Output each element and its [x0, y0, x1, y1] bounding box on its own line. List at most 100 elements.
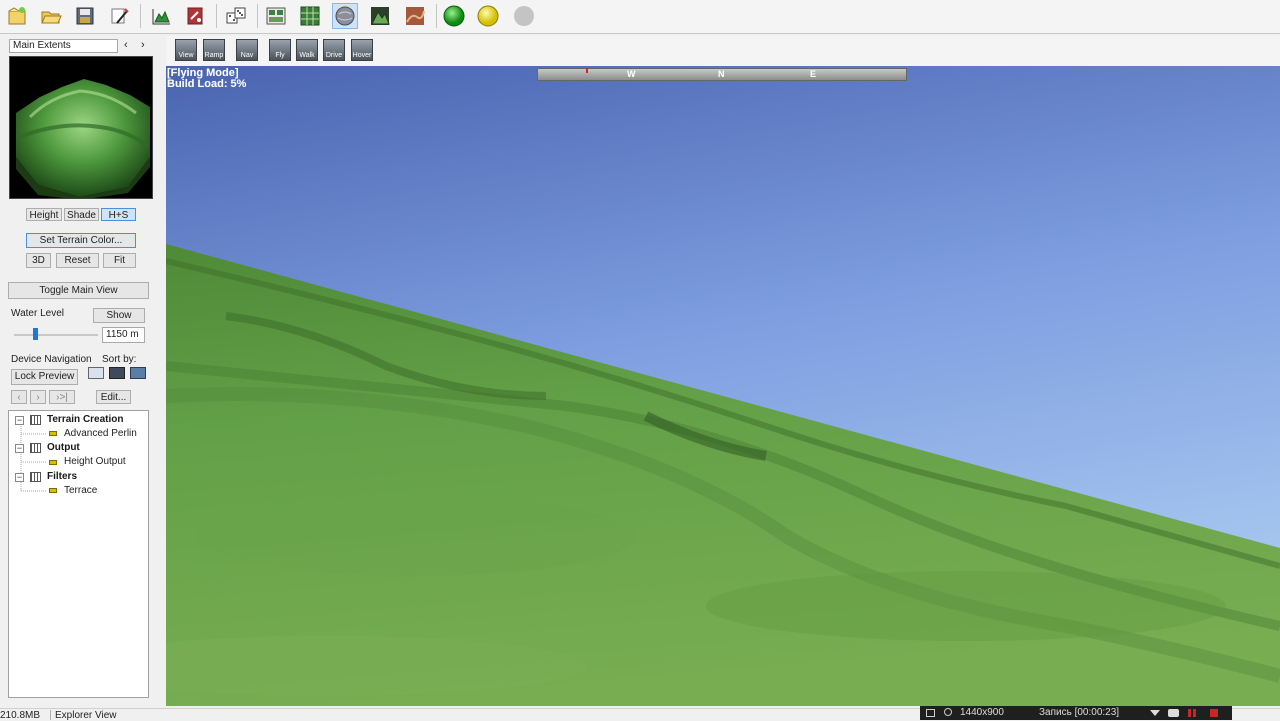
navigation-mode-text: [Flying Mode] [167, 67, 239, 79]
yellow-status-icon[interactable] [475, 3, 501, 29]
nav-mode-label: Nav [240, 52, 254, 59]
fit-button[interactable]: Fit [103, 253, 136, 268]
randomize-icon[interactable] [223, 3, 249, 29]
status-divider [50, 710, 51, 720]
recording-status: Запись [00:00:23] [1039, 707, 1120, 718]
pause-icon[interactable] [1188, 709, 1191, 717]
camera-icon[interactable] [1168, 709, 1179, 717]
new-project-icon[interactable] [4, 3, 30, 29]
sort-list-icon[interactable] [88, 367, 104, 379]
window-icon[interactable] [926, 709, 935, 717]
set-terrain-color-button[interactable]: Set Terrain Color... [26, 233, 136, 248]
compass-west: W [627, 69, 636, 79]
view-panels-icon[interactable] [263, 3, 289, 29]
water-level-field[interactable]: 1150 m [102, 327, 145, 343]
compass-north: N [718, 69, 725, 79]
dropdown-arrow-icon[interactable] [1150, 710, 1160, 716]
tree-item-height-output[interactable]: Height Output [64, 455, 126, 469]
left-panel: Main Extents ‹ › Height Shade H+S Set Te… [0, 36, 158, 708]
globe-view-icon[interactable] [332, 3, 358, 29]
open-project-icon[interactable] [38, 3, 64, 29]
navigation-mode-toolbar: View Ramp Nav Fly Walk Drive Hover [166, 36, 1280, 66]
extents-select[interactable]: Main Extents [9, 39, 118, 53]
fly-mode-button[interactable]: Fly [269, 39, 291, 61]
toolbar-separator [436, 4, 437, 28]
prev-extent-arrow[interactable]: ‹ [124, 39, 128, 51]
terrain-preview[interactable] [9, 56, 153, 199]
drive-mode-label: Drive [325, 52, 343, 59]
collapse-icon[interactable]: − [15, 416, 24, 425]
terrain-preview-image [16, 79, 150, 198]
tree-item-advanced-perlin[interactable]: Advanced Perlin [64, 427, 137, 441]
3d-button[interactable]: 3D [26, 253, 51, 268]
build-load-text: Build Load: 5% [167, 78, 247, 90]
tree-item-terrace[interactable]: Terrace [64, 484, 97, 498]
settings-icon[interactable] [182, 3, 208, 29]
lock-preview-button[interactable]: Lock Preview [11, 369, 78, 385]
navigate-forward-button[interactable]: › [30, 390, 46, 404]
group-icon [30, 443, 41, 453]
navigate-back-button[interactable]: ‹ [11, 390, 27, 404]
memory-usage: 210.8MB [0, 710, 41, 721]
sort-grid-icon[interactable] [130, 367, 146, 379]
hover-mode-button[interactable]: Hover [351, 39, 373, 61]
show-water-button[interactable]: Show [93, 308, 145, 323]
tree-group-output[interactable]: Output [47, 441, 80, 455]
toolbar-separator [216, 4, 217, 28]
save-project-icon[interactable] [72, 3, 98, 29]
main-toolbar [0, 0, 1280, 34]
walk-mode-label: Walk [299, 52, 315, 59]
sort-type-icon[interactable] [109, 367, 125, 379]
wizard-icon[interactable] [106, 3, 132, 29]
walk-mode-button[interactable]: Walk [296, 39, 318, 61]
device-icon [49, 460, 57, 465]
device-navigation-label: Device Navigation [11, 354, 92, 365]
next-extent-arrow[interactable]: › [141, 39, 145, 51]
nav-mode-button[interactable]: Nav [236, 39, 258, 61]
navigate-end-button[interactable]: ›>| [49, 390, 75, 404]
compass-bar: W N E [537, 68, 907, 81]
gray-status-icon[interactable] [511, 3, 537, 29]
toolbar-separator [257, 4, 258, 28]
device-icon [49, 431, 57, 436]
height-preview-button[interactable]: Height [26, 208, 62, 221]
terrain-icon[interactable] [148, 3, 174, 29]
device-icon [49, 488, 57, 493]
height-shade-preview-button[interactable]: H+S [101, 208, 136, 221]
drive-mode-button[interactable]: Drive [323, 39, 345, 61]
water-level-slider-thumb[interactable] [33, 328, 38, 340]
edit-button[interactable]: Edit... [96, 390, 131, 404]
sort-by-label: Sort by: [102, 354, 137, 365]
zoom-icon[interactable] [944, 708, 952, 716]
pause-icon[interactable] [1193, 709, 1196, 717]
tree-group-terrain-creation[interactable]: Terrain Creation [47, 413, 124, 427]
compass-east: E [810, 69, 817, 79]
texture-view-icon[interactable] [402, 3, 428, 29]
3d-viewport[interactable]: [Flying Mode] Build Load: 5% W N E [166, 66, 1280, 706]
ramp-mode-button[interactable]: Ramp [203, 39, 225, 61]
grid-view-icon[interactable] [297, 3, 323, 29]
compass-heading-marker [586, 68, 588, 73]
water-level-slider-track[interactable] [14, 334, 98, 336]
shade-preview-button[interactable]: Shade [64, 208, 99, 221]
hover-mode-label: Hover [352, 52, 372, 59]
stop-icon[interactable] [1210, 709, 1218, 717]
toggle-main-view-button[interactable]: Toggle Main View [8, 282, 149, 299]
device-tree[interactable]: − Terrain Creation Advanced Perlin − Out… [8, 410, 149, 698]
view-mode-label: View [178, 52, 194, 59]
toolbar-separator [140, 4, 141, 28]
screen-recorder-bar: 1440x900 Запись [00:00:23] [920, 706, 1232, 720]
terrain-render [166, 66, 1280, 706]
green-status-icon[interactable] [441, 3, 467, 29]
view-mode-button[interactable]: View [175, 39, 197, 61]
collapse-icon[interactable]: − [15, 473, 24, 482]
group-icon [30, 415, 41, 425]
reset-button[interactable]: Reset [56, 253, 99, 268]
water-level-label: Water Level [11, 308, 64, 319]
group-icon [30, 472, 41, 482]
recording-resolution: 1440x900 [960, 707, 1004, 718]
mountain-view-icon[interactable] [367, 3, 393, 29]
collapse-icon[interactable]: − [15, 444, 24, 453]
ramp-mode-label: Ramp [204, 52, 224, 59]
tree-group-filters[interactable]: Filters [47, 470, 77, 484]
